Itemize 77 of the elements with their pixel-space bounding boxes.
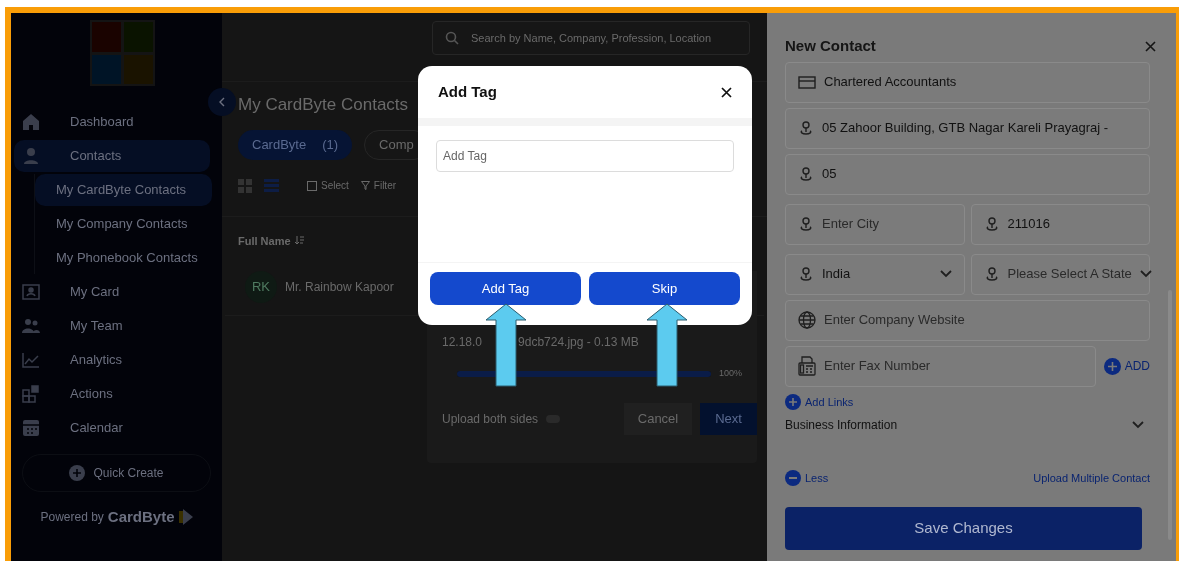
- location-pin-icon: [798, 216, 814, 232]
- chevron-down-icon: [939, 270, 952, 278]
- calendar-icon: [22, 419, 40, 437]
- progress-percent: 100%: [718, 367, 742, 380]
- chevron-down-icon: [1139, 270, 1152, 278]
- input-field[interactable]: Enter Company Website: [785, 299, 1150, 341]
- nav-item[interactable]: My Team: [14, 310, 210, 342]
- id-card-icon: [22, 284, 40, 300]
- nav-subitem[interactable]: My CardByte Contacts: [35, 174, 212, 206]
- page-title: My CardByte Contacts: [238, 94, 409, 116]
- tab[interactable]: CardByte (1): [238, 129, 353, 160]
- select-checkbox[interactable]: Select: [307, 178, 349, 193]
- less-button[interactable]: Less: [785, 470, 829, 487]
- next-button[interactable]: Next: [700, 402, 757, 435]
- cancel-button[interactable]: Cancel: [624, 402, 692, 435]
- select-field[interactable]: India: [785, 253, 965, 295]
- chevron-down-icon: [1132, 421, 1144, 429]
- panel-title: New Contact: [785, 36, 876, 56]
- logo-drawing: [90, 20, 155, 86]
- nav-item[interactable]: Calendar: [14, 412, 210, 444]
- contact-name: Mr. Rainbow Kapoor: [285, 279, 394, 296]
- add-links-button[interactable]: Add Links: [785, 393, 1150, 410]
- search-icon: [445, 31, 459, 45]
- avatar: RK: [245, 271, 277, 303]
- location-pin-icon: [798, 266, 814, 282]
- nav-item[interactable]: Actions: [14, 378, 210, 410]
- nav-item[interactable]: My Card: [14, 276, 210, 308]
- input-field[interactable]: Enter Fax Number: [785, 345, 1096, 387]
- nav-item[interactable]: Analytics: [14, 344, 210, 376]
- input-field[interactable]: Enter City: [785, 203, 965, 245]
- filter-icon: [360, 181, 370, 190]
- select-field[interactable]: Please Select A State: [970, 253, 1150, 295]
- nav-item[interactable]: Dashboard: [14, 106, 210, 138]
- nav-subitem[interactable]: My Phonebook Contacts: [35, 242, 212, 274]
- filter-button[interactable]: Filter: [360, 178, 397, 193]
- sort-icon: [294, 236, 304, 246]
- powered-by-text: Powered by: [40, 509, 104, 527]
- upload-multiple-contact-link[interactable]: Upload Multiple Contact: [1033, 470, 1150, 487]
- minus-circle-icon: [785, 470, 801, 487]
- plus-circle-icon: [1103, 357, 1121, 375]
- file-name-start: 12.18.0: [442, 334, 483, 351]
- dialog-title: Add Tag: [438, 81, 497, 102]
- home-icon: [22, 113, 40, 131]
- brand-name: CardByte: [107, 507, 175, 527]
- close-icon[interactable]: [721, 86, 732, 98]
- fax-icon: [798, 356, 816, 376]
- globe-icon: [798, 311, 816, 329]
- file-name-end: 9dcb724.jpg - 0.13 MB: [518, 334, 639, 351]
- location-pin-icon: [798, 120, 814, 136]
- grid-view-icon: [238, 178, 252, 193]
- brand-logo-icon: [178, 509, 193, 526]
- input-field[interactable]: 05: [785, 153, 1150, 195]
- skip-button[interactable]: Skip: [589, 272, 740, 305]
- team-icon: [22, 318, 40, 334]
- nav-item[interactable]: Contacts: [14, 140, 210, 172]
- add-button[interactable]: ADD: [1103, 357, 1150, 375]
- chevron-left-icon: [219, 97, 225, 107]
- add-widget-icon: [22, 385, 40, 403]
- list-view-icon: [264, 179, 279, 192]
- tag-input-field[interactable]: Add Tag: [436, 140, 734, 172]
- upload-both-sides-label: Upload both sides: [442, 410, 539, 428]
- plus-circle-icon: [69, 465, 86, 481]
- line-chart-icon: [22, 352, 40, 368]
- up-arrow-icon: [646, 303, 688, 387]
- nav-subitem[interactable]: My Company Contacts: [35, 208, 212, 240]
- save-changes-button[interactable]: Save Changes: [785, 506, 1142, 550]
- business-information-toggle[interactable]: Business Information: [785, 416, 1150, 434]
- input-field[interactable]: Chartered Accountants: [785, 61, 1150, 103]
- person-icon: [22, 147, 40, 165]
- input-field[interactable]: 05 Zahoor Building, GTB Nagar Kareli Prayagraj -: [785, 107, 1150, 149]
- plus-circle-icon: [785, 393, 801, 410]
- input-field[interactable]: 211016: [970, 203, 1150, 245]
- add-tag-button[interactable]: Add Tag: [430, 272, 581, 305]
- search-field[interactable]: Search by Name, Company, Profession, Location: [432, 21, 750, 55]
- briefcase-icon: [798, 75, 816, 89]
- column-header: Full Name: [238, 233, 291, 249]
- location-pin-icon: [798, 166, 814, 182]
